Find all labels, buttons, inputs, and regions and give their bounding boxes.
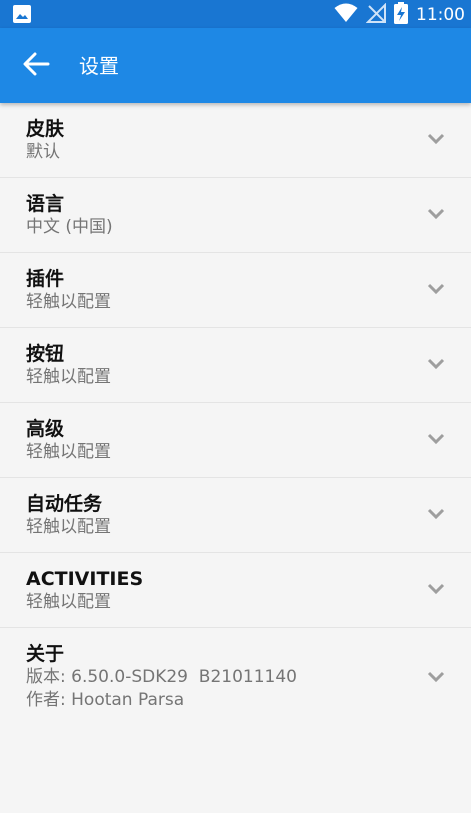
chevron-down-icon [427,283,445,295]
item-value: 默认 [26,142,60,162]
settings-item-language[interactable]: 语言 中文 (中国) [0,178,471,253]
app-bar: 设置 [0,28,471,103]
item-label: 关于 [26,643,65,665]
settings-item-about[interactable]: 关于 版本: 6.50.0-SDK29 B21011140 作者: Hootan… [0,628,471,738]
chevron-down-icon [427,671,445,683]
chevron-down-icon [427,583,445,595]
item-value: 轻触以配置 [26,442,111,462]
back-button[interactable] [16,48,56,84]
item-label: 插件 [26,268,65,290]
chevron-down-icon [427,208,445,220]
status-time: 11:00 [416,5,465,25]
battery-charging-icon [394,2,408,28]
wifi-icon [334,3,358,27]
settings-item-activities[interactable]: ACTIVITIES 轻触以配置 [0,553,471,628]
page-title: 设置 [79,54,119,78]
settings-item-skin[interactable]: 皮肤 默认 [0,103,471,178]
item-label: 语言 [26,193,65,215]
item-label: 高级 [26,418,65,440]
item-label: 皮肤 [26,118,65,140]
item-value: 轻触以配置 [26,517,111,537]
no-signal-icon [365,2,386,27]
status-bar: 11:00 [0,0,471,28]
item-label: ACTIVITIES [26,568,144,590]
chevron-down-icon [427,133,445,145]
item-value: 中文 (中国) [26,217,113,237]
settings-item-advanced[interactable]: 高级 轻触以配置 [0,403,471,478]
settings-item-auto-tasks[interactable]: 自动任务 轻触以配置 [0,478,471,553]
version-text: 版本: 6.50.0-SDK29 B21011140 [26,667,297,687]
image-icon [12,4,32,28]
settings-item-plugins[interactable]: 插件 轻触以配置 [0,253,471,328]
item-value: 轻触以配置 [26,592,111,612]
author-text: 作者: Hootan Parsa [26,690,185,710]
chevron-down-icon [427,433,445,445]
settings-item-buttons[interactable]: 按钮 轻触以配置 [0,328,471,403]
chevron-down-icon [427,358,445,370]
item-label: 自动任务 [26,493,103,515]
arrow-back-icon [22,52,50,80]
chevron-down-icon [427,508,445,520]
settings-list: 皮肤 默认 语言 中文 (中国) 插件 轻触以配置 按钮 轻触以配置 高级 轻触… [0,103,471,738]
item-label: 按钮 [26,343,65,365]
item-value: 轻触以配置 [26,292,111,312]
item-value: 轻触以配置 [26,367,111,387]
